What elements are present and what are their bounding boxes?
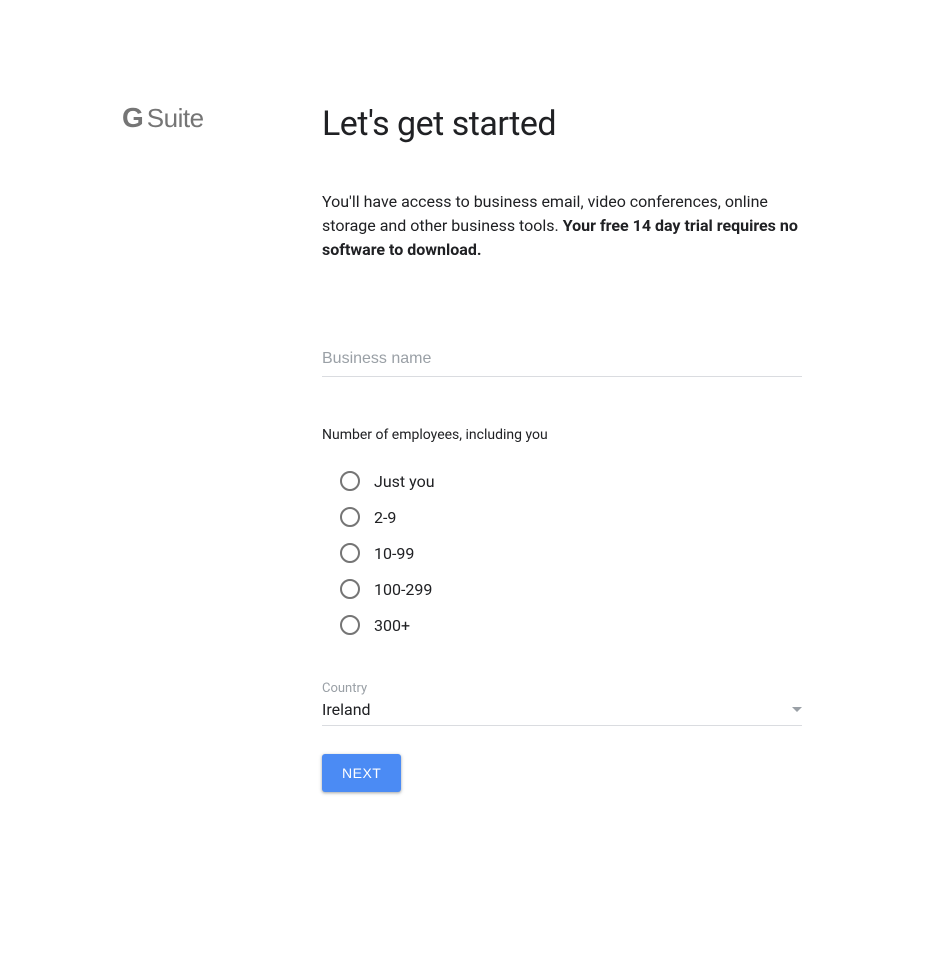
radio-icon [340,543,360,563]
gsuite-logo: G Suite [122,104,322,132]
lead-text: You'll have access to business email, vi… [322,190,802,262]
radio-2-9[interactable]: 2-9 [340,507,802,527]
country-select[interactable]: Country Ireland [322,681,802,726]
business-name-input[interactable] [322,344,802,377]
employees-radio-group: Just you 2-9 10-99 100-299 300+ [322,471,802,635]
radio-300-plus[interactable]: 300+ [340,615,802,635]
employees-label: Number of employees, including you [322,427,802,443]
country-value: Ireland [322,700,371,719]
logo-g: G [122,104,143,132]
radio-label: 10-99 [374,544,414,563]
logo-suite: Suite [147,105,204,131]
radio-label: 100-299 [374,580,432,599]
radio-10-99[interactable]: 10-99 [340,543,802,563]
next-button[interactable]: NEXT [322,754,401,792]
radio-icon [340,507,360,527]
radio-100-299[interactable]: 100-299 [340,579,802,599]
page-title: Let's get started [322,104,802,144]
radio-icon [340,579,360,599]
radio-icon [340,615,360,635]
radio-label: 300+ [374,616,410,635]
country-label: Country [322,681,802,696]
radio-label: 2-9 [374,508,396,527]
radio-label: Just you [374,472,435,491]
radio-icon [340,471,360,491]
radio-just-you[interactable]: Just you [340,471,802,491]
chevron-down-icon [792,707,802,712]
